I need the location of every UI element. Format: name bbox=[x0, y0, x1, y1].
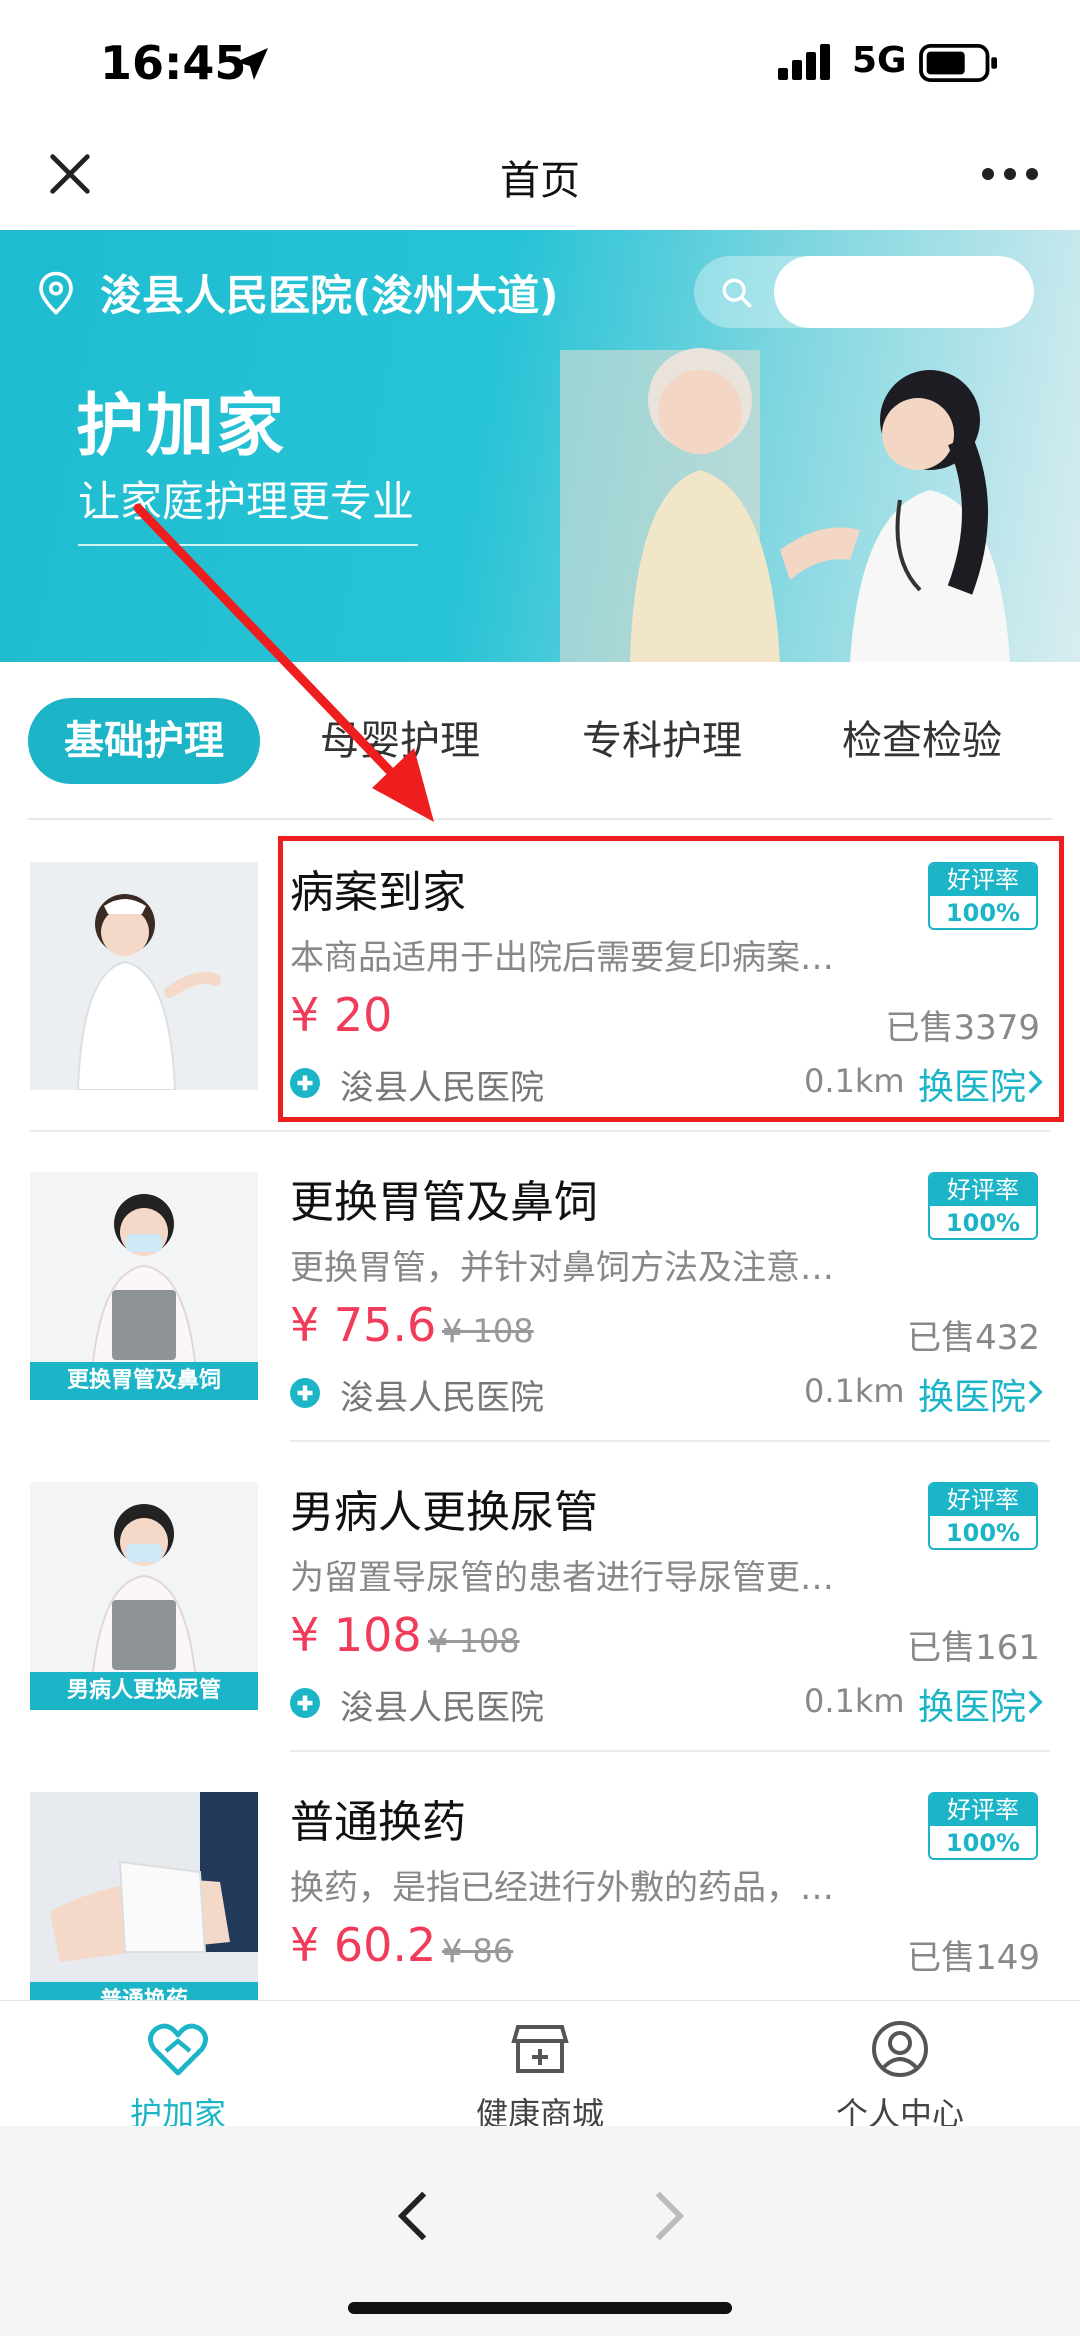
forward-icon[interactable] bbox=[652, 2188, 686, 2244]
chevron-right-icon bbox=[1028, 1690, 1043, 1714]
nurse-image bbox=[30, 862, 258, 1090]
back-icon[interactable] bbox=[396, 2188, 430, 2244]
status-time: 16:45 bbox=[100, 36, 247, 90]
store-icon bbox=[511, 2025, 569, 2073]
category-tabs: 基础护理 母婴护理 专科护理 检查检验 bbox=[0, 690, 1080, 790]
search-icon bbox=[722, 278, 752, 308]
bottom-tab-bar: 护加家 健康商城 个人中心 bbox=[0, 2000, 1080, 2133]
rating-badge: 好评率 100% bbox=[928, 1792, 1038, 1860]
switch-hospital-link[interactable]: 换医院 bbox=[918, 1368, 1026, 1420]
rating-label: 好评率 bbox=[930, 1174, 1036, 1206]
home-indicator bbox=[348, 2302, 732, 2314]
product-thumbnail: 更换胃管及鼻饲 bbox=[30, 1172, 258, 1400]
heart-home-icon bbox=[148, 2023, 208, 2076]
brand-underline bbox=[78, 544, 418, 546]
tabs-divider bbox=[28, 818, 1052, 820]
sold-count: 已售432 bbox=[907, 1318, 1040, 1358]
product-thumbnail: 男病人更换尿管 bbox=[30, 1482, 258, 1710]
product-description: 为留置导尿管的患者进行导尿管更… bbox=[290, 1558, 834, 1598]
rating-value: 100% bbox=[945, 1829, 1021, 1857]
product-title: 男病人更换尿管 bbox=[290, 1487, 598, 1538]
bandage-image bbox=[30, 1792, 258, 2000]
product-item[interactable]: 更换胃管及鼻饲 更换胃管及鼻饲 好评率 100% 更换胃管，并针对鼻饲方法及注意… bbox=[0, 1132, 1080, 1442]
battery-icon bbox=[919, 44, 997, 82]
hospital-selector[interactable]: 浚县人民医院(浚州大道) bbox=[100, 262, 558, 323]
product-item[interactable]: 普通换药 普通换药 好评率 100% 换药，是指已经进行外敷的药品，… ¥ 60… bbox=[0, 1752, 1080, 2000]
browser-toolbar bbox=[0, 2126, 1080, 2336]
rating-label: 好评率 bbox=[930, 1484, 1036, 1516]
product-hospital: 浚县人民医院 bbox=[340, 1378, 544, 1418]
sold-count: 已售149 bbox=[907, 1938, 1040, 1978]
tab-personal-center[interactable]: 个人中心 bbox=[800, 2017, 1000, 2135]
product-title: 普通换药 bbox=[290, 1797, 466, 1848]
thumbnail-caption: 普通换药 bbox=[30, 1982, 258, 2000]
product-title: 更换胃管及鼻饲 bbox=[290, 1177, 598, 1228]
tab-specialty-care[interactable]: 专科护理 bbox=[552, 698, 772, 784]
hospital-plus-icon bbox=[290, 1378, 320, 1408]
tab-basic-care[interactable]: 基础护理 bbox=[28, 698, 260, 784]
product-price: ¥ 60.2 bbox=[290, 1918, 437, 1972]
thumbnail-caption: 更换胃管及鼻饲 bbox=[30, 1362, 258, 1400]
thumbnail-caption: 男病人更换尿管 bbox=[30, 1672, 258, 1710]
rating-badge: 好评率 100% bbox=[928, 1482, 1038, 1550]
product-price: ¥ 75.6 bbox=[290, 1298, 437, 1352]
search-bar[interactable] bbox=[694, 256, 1034, 328]
brand-title: 护加家 bbox=[76, 387, 287, 466]
hospital-plus-icon bbox=[290, 1688, 320, 1718]
original-price: ¥ 86 bbox=[442, 1932, 514, 1970]
rating-value: 100% bbox=[945, 1519, 1021, 1547]
caregiver-photo bbox=[560, 348, 1010, 662]
rating-badge: 好评率 100% bbox=[928, 1172, 1038, 1240]
product-item[interactable]: 男病人更换尿管 男病人更换尿管 好评率 100% 为留置导尿管的患者进行导尿管更… bbox=[0, 1442, 1080, 1752]
user-circle-icon bbox=[872, 2021, 928, 2077]
product-price: ¥ 108 bbox=[290, 1608, 422, 1662]
original-price: ¥ 108 bbox=[442, 1312, 534, 1350]
page-title: 首页 bbox=[500, 158, 580, 204]
location-arrow-icon bbox=[236, 48, 268, 80]
more-icon[interactable] bbox=[980, 164, 1040, 184]
signal-icon bbox=[778, 44, 830, 80]
rating-label: 好评率 bbox=[930, 1794, 1036, 1826]
nav-bar: 首页 bbox=[0, 120, 1080, 230]
hero-banner[interactable]: 浚县人民医院(浚州大道) 护加家 让家庭护理更专业 bbox=[0, 230, 1080, 662]
rating-value: 100% bbox=[945, 1209, 1021, 1237]
chevron-right-icon bbox=[1028, 1380, 1043, 1404]
highlight-box bbox=[278, 836, 1064, 1122]
network-type: 5G bbox=[852, 40, 907, 81]
tab-examination[interactable]: 检查检验 bbox=[812, 698, 1032, 784]
product-distance: 0.1km bbox=[804, 1682, 905, 1720]
product-thumbnail bbox=[30, 862, 258, 1090]
sold-count: 已售161 bbox=[907, 1628, 1040, 1668]
brand-slogan: 让家庭护理更专业 bbox=[78, 477, 415, 526]
switch-hospital-link[interactable]: 换医院 bbox=[918, 1678, 1026, 1730]
status-bar: 16:45 5G bbox=[0, 0, 1080, 120]
tab-health-mall[interactable]: 健康商城 bbox=[440, 2017, 640, 2135]
tab-maternal-care[interactable]: 母婴护理 bbox=[290, 698, 510, 784]
search-input[interactable] bbox=[774, 256, 1034, 328]
original-price: ¥ 108 bbox=[428, 1622, 520, 1660]
product-distance: 0.1km bbox=[804, 1372, 905, 1410]
product-thumbnail: 普通换药 bbox=[30, 1792, 258, 2000]
tab-hujiajia[interactable]: 护加家 bbox=[78, 2017, 278, 2135]
product-description: 换药，是指已经进行外敷的药品，… bbox=[290, 1868, 834, 1908]
product-description: 更换胃管，并针对鼻饲方法及注意… bbox=[290, 1248, 834, 1288]
product-hospital: 浚县人民医院 bbox=[340, 1688, 544, 1728]
location-pin-icon bbox=[39, 271, 73, 315]
